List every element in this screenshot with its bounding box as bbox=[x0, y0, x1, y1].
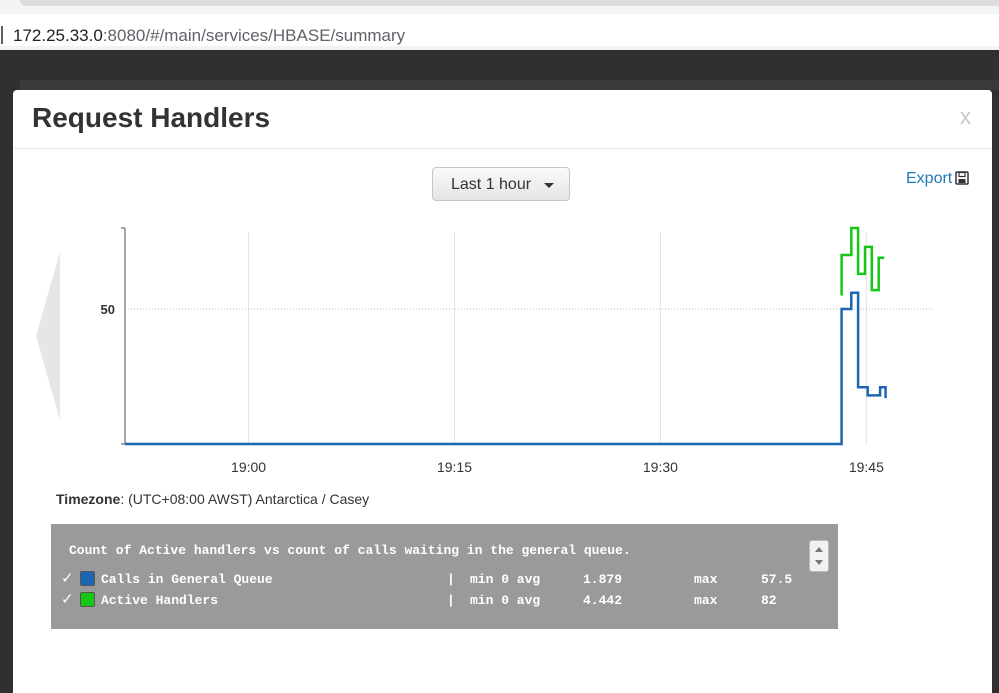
avg-value: 4.442 bbox=[583, 593, 623, 608]
export-label: Export bbox=[906, 170, 953, 187]
separator: | bbox=[447, 593, 455, 608]
time-range-label: Last 1 hour bbox=[451, 176, 532, 193]
x-tick-label: 19:15 bbox=[437, 459, 472, 475]
address-field[interactable]: 172.25.33.0:8080/#/main/services/HBASE/s… bbox=[0, 14, 999, 46]
series-color-swatch[interactable] bbox=[80, 592, 95, 607]
max-value: 82 bbox=[761, 593, 777, 608]
y-tick-label: 50 bbox=[101, 302, 115, 317]
timezone-label: Timezone bbox=[56, 491, 121, 507]
max-label: max bbox=[694, 572, 718, 587]
min-avg-label: min 0 avg bbox=[470, 572, 541, 587]
max-value: 57.5 bbox=[761, 572, 793, 587]
series-line-calls-in-general-queue bbox=[125, 291, 887, 446]
request-handlers-chart: 19:00 19:15 19:30 19:45 50 bbox=[101, 226, 935, 475]
close-button[interactable]: x bbox=[960, 104, 971, 130]
modal-header: Request Handlers x bbox=[13, 90, 992, 149]
x-tick-label: 19:30 bbox=[643, 459, 678, 475]
timezone-value: : (UTC+08:00 AWST) Antarctica / Casey bbox=[120, 491, 370, 507]
url-path: :8080/#/main/services/HBASE/summary bbox=[102, 26, 406, 45]
series-line-active-handlers bbox=[840, 226, 885, 296]
url-host: 172.25.33.0 bbox=[13, 26, 103, 45]
separator: | bbox=[447, 572, 455, 587]
legend-row-calls-in-queue[interactable]: ✓ Calls in General Queue | min 0 avg 1.8… bbox=[61, 569, 821, 588]
check-icon: ✓ bbox=[61, 569, 74, 587]
legend-scroll-control[interactable] bbox=[809, 540, 829, 572]
caret-down-icon bbox=[544, 183, 554, 188]
browser-tab-edge bbox=[20, 0, 999, 6]
save-icon bbox=[955, 171, 969, 190]
legend-title: Count of Active handlers vs count of cal… bbox=[69, 543, 631, 558]
series-name: Active Handlers bbox=[101, 593, 219, 608]
x-tick-label: 19:45 bbox=[849, 459, 884, 475]
browser-tab-strip bbox=[0, 0, 999, 8]
request-handlers-modal: Request Handlers x Last 1 hour Export 19… bbox=[13, 90, 992, 693]
time-range-dropdown[interactable]: Last 1 hour bbox=[432, 167, 570, 201]
previous-period-arrow[interactable] bbox=[35, 250, 61, 427]
x-tick-label: 19:00 bbox=[231, 459, 266, 475]
text-cursor bbox=[1, 26, 3, 44]
timezone-info: Timezone: (UTC+08:00 AWST) Antarctica / … bbox=[56, 491, 369, 507]
backdrop-band bbox=[20, 80, 999, 90]
check-icon: ✓ bbox=[61, 590, 74, 608]
min-avg-label: min 0 avg bbox=[470, 593, 541, 608]
legend-row-active-handlers[interactable]: ✓ Active Handlers | min 0 avg 4.442 max … bbox=[61, 590, 821, 609]
modal-title: Request Handlers bbox=[32, 102, 271, 133]
series-color-swatch[interactable] bbox=[80, 571, 95, 586]
chart-legend: Count of Active handlers vs count of cal… bbox=[51, 524, 838, 629]
max-label: max bbox=[694, 593, 718, 608]
address-url[interactable]: 172.25.33.0:8080/#/main/services/HBASE/s… bbox=[13, 26, 405, 46]
series-name: Calls in General Queue bbox=[101, 572, 273, 587]
export-link[interactable]: Export bbox=[906, 170, 969, 190]
avg-value: 1.879 bbox=[583, 572, 623, 587]
browser-address-bar[interactable]: 172.25.33.0:8080/#/main/services/HBASE/s… bbox=[0, 8, 999, 50]
